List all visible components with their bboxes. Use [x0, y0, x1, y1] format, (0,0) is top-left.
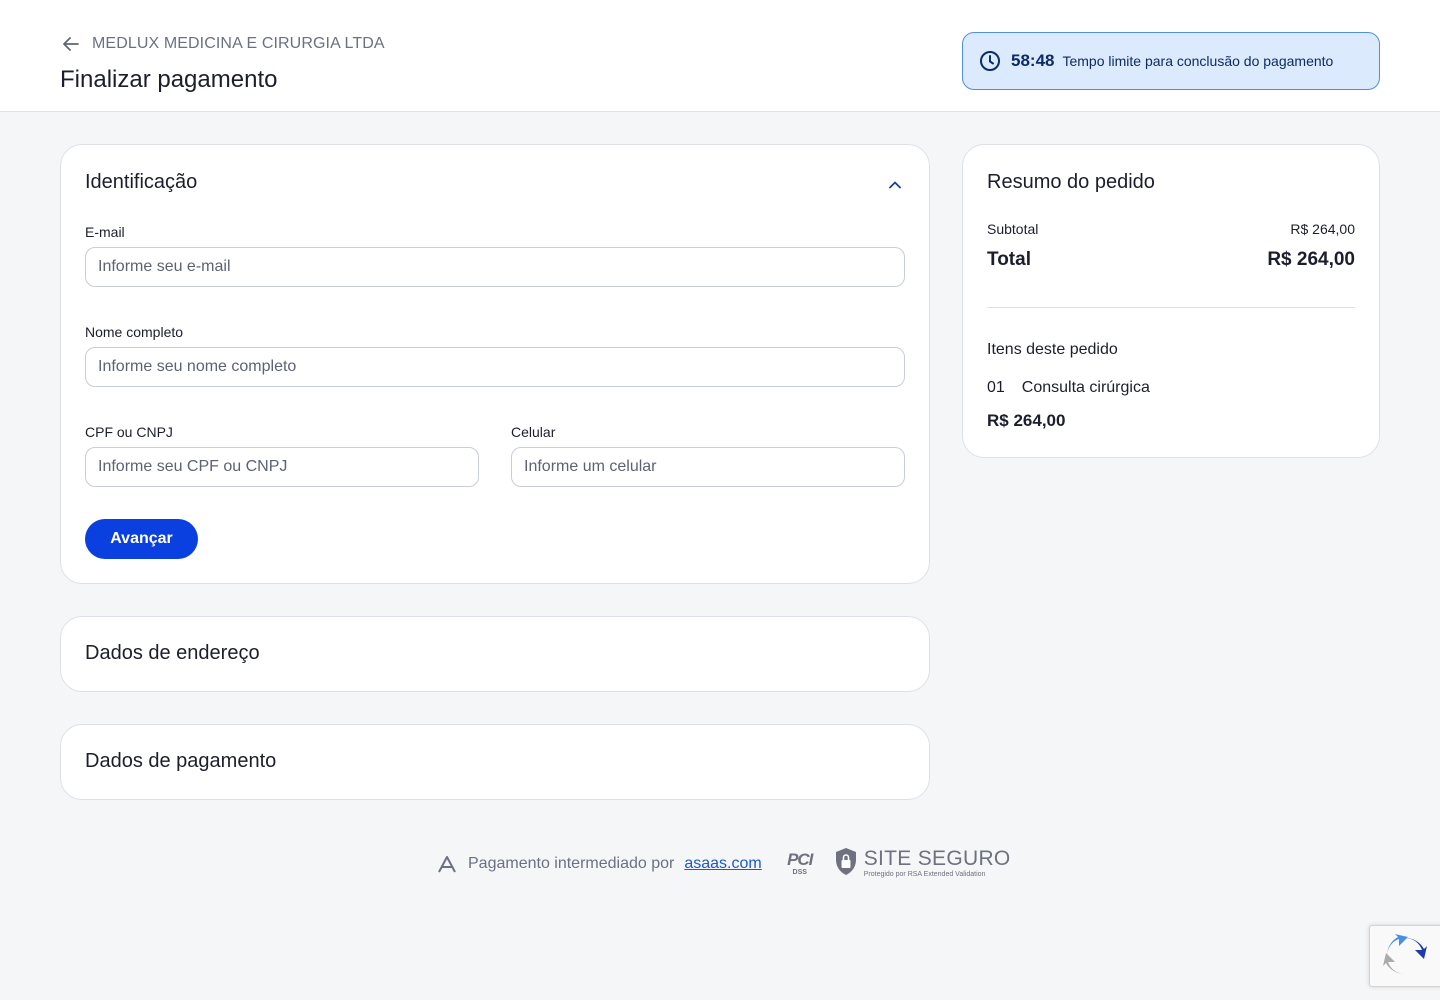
secure-site-text: SITE SEGURO Protegido por RSA Extended V… — [864, 848, 1011, 880]
timer-label: Tempo limite para conclusão do pagamento — [1062, 53, 1334, 69]
document-label: CPF ou CNPJ — [85, 424, 173, 440]
asaas-link[interactable]: asaas.com — [684, 855, 761, 873]
summary-title: Resumo do pedido — [987, 171, 1155, 193]
item-quantity: 01 — [987, 379, 1005, 396]
cpf-cnpj-field[interactable] — [85, 447, 479, 487]
list-item: 01 Consulta cirúrgica — [987, 379, 1150, 397]
identification-title: Identificação — [85, 171, 198, 193]
asaas-logo-icon — [436, 853, 458, 875]
email-field[interactable] — [85, 247, 905, 287]
chevron-up-icon[interactable] — [885, 175, 905, 195]
phone-field[interactable] — [511, 447, 905, 487]
subtotal-label: Subtotal — [987, 221, 1039, 237]
payment-section-title: Dados de pagamento — [85, 750, 277, 772]
items-title: Itens deste pedido — [987, 341, 1118, 358]
clock-icon — [979, 50, 1001, 72]
footer: Pagamento intermediado por asaas.com PCI… — [436, 844, 1011, 884]
merchant-name: MEDLUX MEDICINA E CIRURGIA LTDA — [92, 35, 385, 52]
phone-label: Celular — [511, 424, 556, 440]
timer-value: 58:48 — [1011, 51, 1055, 70]
order-summary-card: Resumo do pedido Subtotal R$ 264,00 Tota… — [962, 144, 1380, 458]
pci-badge-subtitle: DSS — [792, 869, 807, 876]
total-row: Total R$ 264,00 — [987, 249, 1355, 271]
subtotal-value: R$ 264,00 — [1290, 221, 1355, 237]
page-title: Finalizar pagamento — [60, 66, 278, 93]
secure-site-subtitle: Protegido por RSA Extended Validation — [863, 871, 986, 878]
next-button[interactable]: Avançar — [85, 519, 198, 559]
item-price: R$ 264,00 — [987, 411, 1066, 430]
name-label: Nome completo — [85, 324, 184, 340]
identification-card: Identificação E-mail Nome completo CPF o… — [60, 144, 930, 584]
secure-site-badge: SITE SEGURO Protegido por RSA Extended V… — [834, 847, 1011, 882]
pci-dss-badge: PCI DSS — [780, 851, 820, 877]
email-label: E-mail — [85, 224, 125, 240]
address-section-title: Dados de endereço — [85, 642, 260, 664]
recaptcha-icon — [1383, 934, 1427, 983]
back-row: MEDLUX MEDICINA E CIRURGIA LTDA — [60, 32, 385, 56]
item-name: Consulta cirúrgica — [1021, 379, 1150, 396]
recaptcha-widget[interactable] — [1369, 925, 1440, 987]
shield-lock-icon — [834, 847, 858, 882]
payment-timer: 58:48 Tempo limite para conclusão do pag… — [962, 32, 1380, 90]
pci-badge-title: PCI — [787, 850, 813, 869]
total-value: R$ 264,00 — [1267, 249, 1355, 270]
footer-text: Pagamento intermediado por — [468, 855, 675, 872]
secure-site-title: SITE SEGURO — [863, 847, 1011, 870]
subtotal-row: Subtotal R$ 264,00 — [987, 221, 1355, 237]
page-header: MEDLUX MEDICINA E CIRURGIA LTDA Finaliza… — [0, 0, 1440, 112]
address-section[interactable]: Dados de endereço — [60, 616, 930, 692]
arrow-left-icon[interactable] — [60, 33, 82, 55]
summary-divider — [987, 307, 1355, 308]
full-name-field[interactable] — [85, 347, 905, 387]
payment-section[interactable]: Dados de pagamento — [60, 724, 930, 800]
total-label: Total — [987, 249, 1031, 270]
